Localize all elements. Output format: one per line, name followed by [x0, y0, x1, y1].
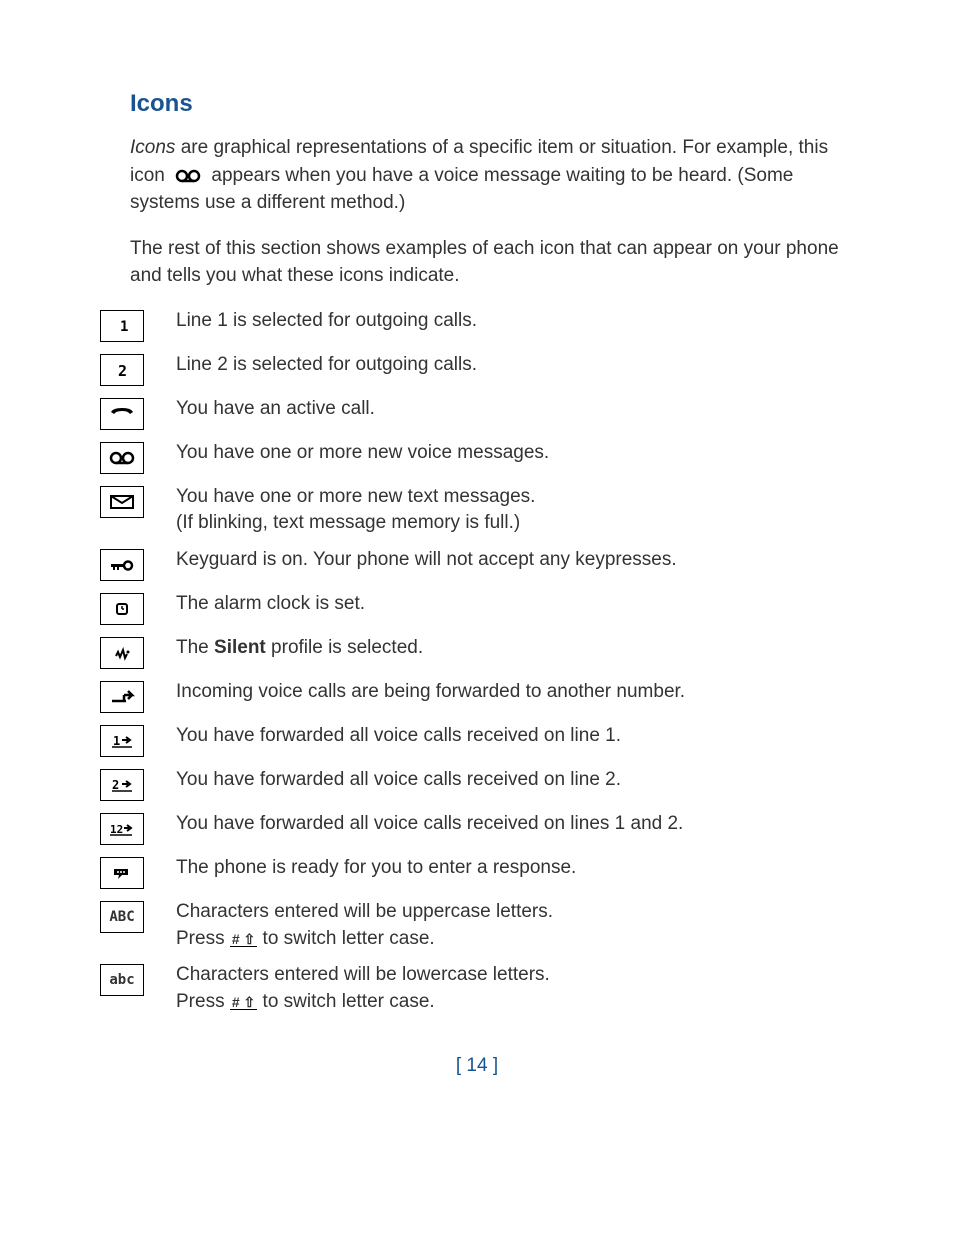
icon-description: You have an active call. — [176, 396, 854, 423]
icon-row: Incoming voice calls are being forwarded… — [100, 679, 854, 713]
page-number: [ 14 ] — [100, 1055, 854, 1077]
line1-icon — [100, 310, 144, 342]
voicemail-icon — [174, 168, 202, 184]
line2-icon — [100, 354, 144, 386]
icon-description: The phone is ready for you to enter a re… — [176, 855, 854, 882]
icon-description: You have forwarded all voice calls recei… — [176, 723, 854, 750]
icon-row: The alarm clock is set. — [100, 591, 854, 625]
icon-description: You have one or more new voice messages. — [176, 440, 854, 467]
icon-description: Characters entered will be lowercase let… — [176, 962, 854, 1015]
icon-description: Characters entered will be uppercase let… — [176, 899, 854, 952]
abc-icon: abc — [100, 964, 144, 996]
icon-row: You have an active call. — [100, 396, 854, 430]
icon-row: You have one or more new voice messages. — [100, 440, 854, 474]
icon-description: Keyguard is on. Your phone will not acce… — [176, 547, 854, 574]
icon-description: You have one or more new text messages.(… — [176, 484, 854, 537]
icon-row: Line 2 is selected for outgoing calls. — [100, 352, 854, 386]
icon-description: Incoming voice calls are being forwarded… — [176, 679, 854, 706]
icon-row: Keyguard is on. Your phone will not acce… — [100, 547, 854, 581]
icon-row: You have forwarded all voice calls recei… — [100, 723, 854, 757]
ABC-icon: ABC — [100, 901, 144, 933]
icon-row: Line 1 is selected for outgoing calls. — [100, 308, 854, 342]
intro-paragraph-2: The rest of this section shows examples … — [130, 235, 854, 290]
icon-row: You have one or more new text messages.(… — [100, 484, 854, 537]
clock-icon — [100, 593, 144, 625]
icon-list: Line 1 is selected for outgoing calls. Li… — [100, 308, 854, 1016]
voicemail-icon — [100, 442, 144, 474]
icon-description: The alarm clock is set. — [176, 591, 854, 618]
fwd1-icon — [100, 725, 144, 757]
silent-icon — [100, 637, 144, 669]
icon-description: The Silent profile is selected. — [176, 635, 854, 662]
section-heading: Icons — [130, 90, 854, 118]
handset-icon — [100, 398, 144, 430]
intro-text-1c: appears when you have a voice message wa… — [130, 165, 793, 214]
icon-row: ABC Characters entered will be uppercase … — [100, 899, 854, 952]
key-icon — [100, 549, 144, 581]
icon-row: You have forwarded all voice calls recei… — [100, 767, 854, 801]
response-icon — [100, 857, 144, 889]
fwd2-icon — [100, 769, 144, 801]
icon-description: You have forwarded all voice calls recei… — [176, 811, 854, 838]
icon-row: The phone is ready for you to enter a re… — [100, 855, 854, 889]
fwd12-icon — [100, 813, 144, 845]
icon-description: You have forwarded all voice calls recei… — [176, 767, 854, 794]
icon-description: Line 2 is selected for outgoing calls. — [176, 352, 854, 379]
icon-row: The Silent profile is selected. — [100, 635, 854, 669]
icon-description: Line 1 is selected for outgoing calls. — [176, 308, 854, 335]
envelope-icon — [100, 486, 144, 518]
intro-paragraph-1: Icons are graphical representations of a… — [130, 134, 854, 217]
icon-row: You have forwarded all voice calls recei… — [100, 811, 854, 845]
icon-row: abc Characters entered will be lowercase … — [100, 962, 854, 1015]
fwd-icon — [100, 681, 144, 713]
intro-italic: Icons — [130, 137, 175, 158]
